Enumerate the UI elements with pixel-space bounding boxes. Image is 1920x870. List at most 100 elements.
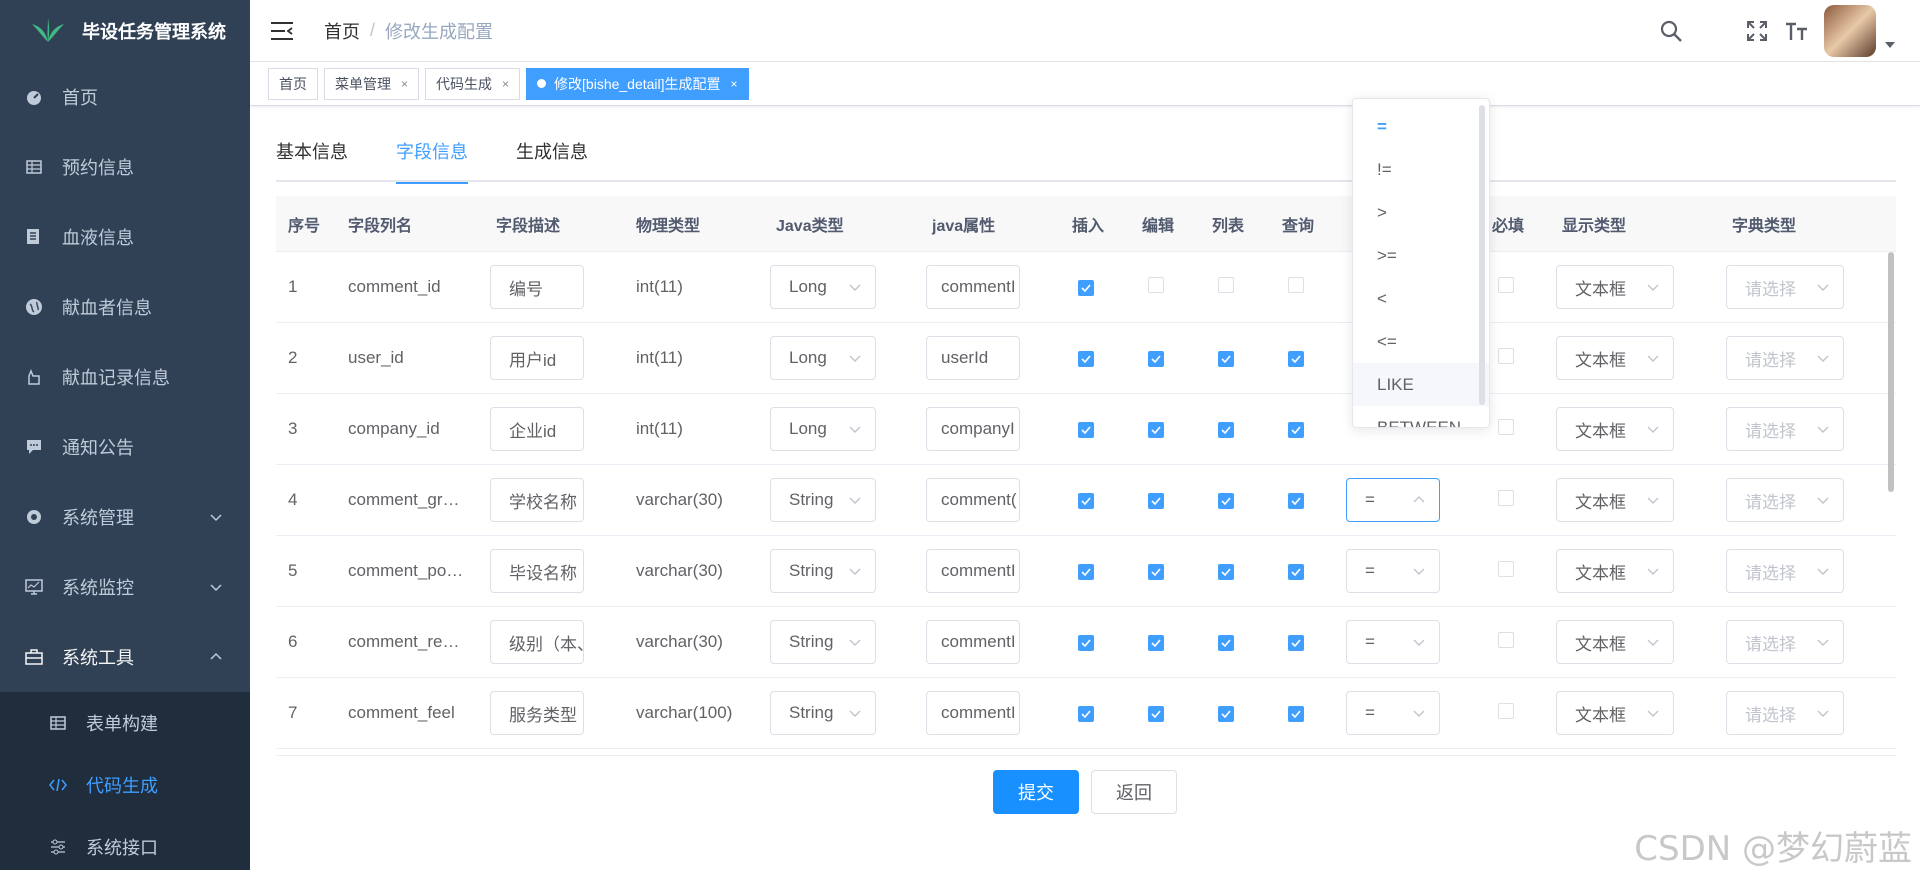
edit-checkbox[interactable]	[1148, 635, 1164, 651]
query-checkbox[interactable]	[1288, 276, 1304, 293]
column-desc-input[interactable]: 级别（本、	[490, 620, 584, 664]
hamburger-icon[interactable]	[270, 21, 294, 41]
query-checkbox[interactable]	[1288, 706, 1304, 722]
list-checkbox[interactable]	[1218, 422, 1234, 438]
list-checkbox[interactable]	[1218, 351, 1234, 367]
required-checkbox[interactable]	[1498, 276, 1514, 293]
back-button[interactable]: 返回	[1091, 770, 1177, 814]
sidebar-item-api[interactable]: 系统接口	[0, 816, 250, 870]
edit-checkbox[interactable]	[1148, 351, 1164, 367]
java-field-input[interactable]: commentI	[926, 691, 1020, 735]
insert-checkbox[interactable]	[1078, 635, 1094, 651]
required-checkbox[interactable]	[1498, 631, 1514, 648]
java-type-select[interactable]: String	[770, 620, 876, 664]
query-type-select[interactable]: =	[1346, 620, 1440, 664]
close-icon[interactable]: ×	[502, 77, 509, 91]
breadcrumb-home[interactable]: 首页	[324, 18, 360, 44]
edit-checkbox[interactable]	[1148, 276, 1164, 293]
html-type-select[interactable]: 文本框	[1556, 407, 1674, 451]
list-checkbox[interactable]	[1218, 493, 1234, 509]
column-desc-input[interactable]: 毕设名称	[490, 549, 584, 593]
list-checkbox[interactable]	[1218, 635, 1234, 651]
close-icon[interactable]: ×	[401, 77, 408, 91]
submit-button[interactable]: 提交	[993, 770, 1079, 814]
insert-checkbox[interactable]	[1078, 351, 1094, 367]
html-type-select[interactable]: 文本框	[1556, 620, 1674, 664]
sidebar-item-system-tools[interactable]: 系统工具	[0, 622, 250, 692]
dict-type-select[interactable]: 请选择	[1726, 620, 1844, 664]
search-icon[interactable]	[1658, 18, 1684, 44]
insert-checkbox[interactable]	[1078, 706, 1094, 722]
tab-field-info[interactable]: 字段信息	[396, 130, 468, 184]
tag-menu-admin[interactable]: 菜单管理 ×	[324, 67, 420, 100]
required-checkbox[interactable]	[1498, 560, 1514, 577]
query-type-select[interactable]: =	[1346, 549, 1440, 593]
dropdown-option[interactable]: <=	[1353, 320, 1489, 363]
query-type-select[interactable]: =	[1346, 691, 1440, 735]
java-type-select[interactable]: String	[770, 549, 876, 593]
java-type-select[interactable]: String	[770, 478, 876, 522]
sidebar-item-notice[interactable]: 通知公告	[0, 412, 250, 482]
html-type-select[interactable]: 文本框	[1556, 336, 1674, 380]
tag-edit-gen-config[interactable]: 修改[bishe_detail]生成配置 ×	[526, 67, 749, 100]
dropdown-option[interactable]: BETWEEN	[1353, 406, 1489, 427]
dict-type-select[interactable]: 请选择	[1726, 265, 1844, 309]
html-type-select[interactable]: 文本框	[1556, 549, 1674, 593]
caret-down-icon[interactable]	[1884, 39, 1896, 51]
sidebar-item-donation-record[interactable]: 献血记录信息	[0, 342, 250, 412]
java-field-input[interactable]: companyI	[926, 407, 1020, 451]
insert-checkbox[interactable]	[1078, 422, 1094, 438]
tab-basic-info[interactable]: 基本信息	[276, 130, 348, 182]
dropdown-scrollbar[interactable]	[1479, 105, 1485, 405]
sidebar-item-donor[interactable]: 献血者信息	[0, 272, 250, 342]
required-checkbox[interactable]	[1498, 489, 1514, 506]
table-scrollbar[interactable]	[1888, 252, 1894, 492]
dict-type-select[interactable]: 请选择	[1726, 549, 1844, 593]
insert-checkbox[interactable]	[1078, 280, 1094, 296]
fullscreen-icon[interactable]	[1744, 18, 1770, 44]
logo[interactable]: 毕设任务管理系统	[0, 0, 250, 62]
edit-checkbox[interactable]	[1148, 564, 1164, 580]
query-checkbox[interactable]	[1288, 351, 1304, 367]
dict-type-select[interactable]: 请选择	[1726, 336, 1844, 380]
insert-checkbox[interactable]	[1078, 493, 1094, 509]
sidebar-item-blood[interactable]: 血液信息	[0, 202, 250, 272]
sidebar-item-code-gen[interactable]: 代码生成	[0, 754, 250, 816]
query-type-select[interactable]: =	[1346, 478, 1440, 522]
query-checkbox[interactable]	[1288, 493, 1304, 509]
query-checkbox[interactable]	[1288, 564, 1304, 580]
dropdown-option[interactable]: <	[1353, 277, 1489, 320]
tag-home[interactable]: 首页	[268, 67, 318, 100]
html-type-select[interactable]: 文本框	[1556, 478, 1674, 522]
tab-gen-info[interactable]: 生成信息	[516, 130, 588, 182]
tag-code-gen[interactable]: 代码生成 ×	[425, 67, 521, 100]
edit-checkbox[interactable]	[1148, 706, 1164, 722]
dropdown-option[interactable]: >	[1353, 191, 1489, 234]
java-field-input[interactable]: commentI	[926, 265, 1020, 309]
java-type-select[interactable]: Long	[770, 336, 876, 380]
dropdown-option[interactable]: !=	[1353, 148, 1489, 191]
column-desc-input[interactable]: 编号	[490, 265, 584, 309]
required-checkbox[interactable]	[1498, 347, 1514, 364]
dropdown-option[interactable]: >=	[1353, 234, 1489, 277]
sidebar-item-booking[interactable]: 预约信息	[0, 132, 250, 202]
java-type-select[interactable]: String	[770, 691, 876, 735]
required-checkbox[interactable]	[1498, 418, 1514, 435]
dict-type-select[interactable]: 请选择	[1726, 478, 1844, 522]
column-desc-input[interactable]: 学校名称	[490, 478, 584, 522]
column-desc-input[interactable]: 服务类型	[490, 691, 584, 735]
java-field-input[interactable]: comment(	[926, 478, 1020, 522]
java-type-select[interactable]: Long	[770, 407, 876, 451]
java-field-input[interactable]: commentI	[926, 620, 1020, 664]
query-checkbox[interactable]	[1288, 422, 1304, 438]
query-checkbox[interactable]	[1288, 635, 1304, 651]
avatar[interactable]	[1824, 5, 1876, 57]
dropdown-option[interactable]: LIKE	[1353, 363, 1489, 406]
dict-type-select[interactable]: 请选择	[1726, 407, 1844, 451]
insert-checkbox[interactable]	[1078, 564, 1094, 580]
html-type-select[interactable]: 文本框	[1556, 691, 1674, 735]
required-checkbox[interactable]	[1498, 702, 1514, 719]
sidebar-item-home[interactable]: 首页	[0, 62, 250, 132]
column-desc-input[interactable]: 企业id	[490, 407, 584, 451]
dict-type-select[interactable]: 请选择	[1726, 691, 1844, 735]
